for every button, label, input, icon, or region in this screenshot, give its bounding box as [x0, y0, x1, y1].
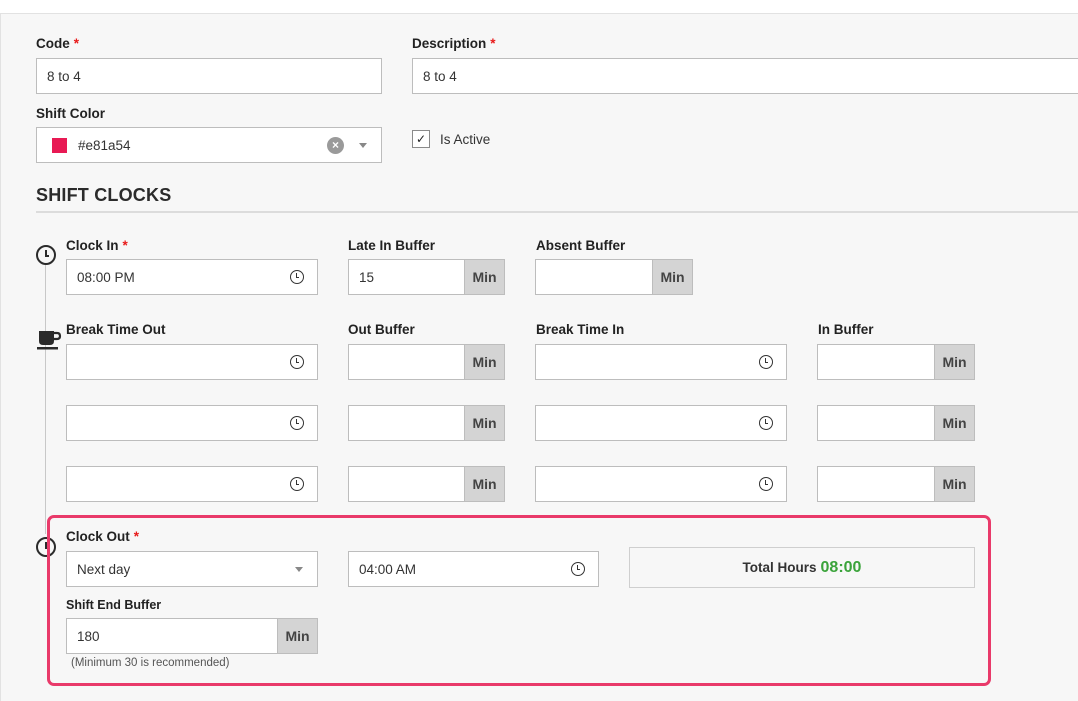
clock-icon[interactable] — [290, 270, 304, 284]
min-addon: Min — [934, 467, 974, 501]
absent-buffer-input[interactable]: Min — [535, 259, 693, 295]
in-buffer-input[interactable]: Min — [817, 466, 975, 502]
shift-color-select[interactable]: #e81a54 × — [36, 127, 382, 163]
min-addon: Min — [934, 406, 974, 440]
out-buffer-input[interactable]: Min — [348, 344, 505, 380]
coffee-cup-icon — [37, 331, 62, 350]
clock-in-input[interactable]: 08:00 PM — [66, 259, 318, 295]
min-addon: Min — [652, 260, 692, 294]
in-buffer-label: In Buffer — [818, 322, 874, 337]
shift-color-label: Shift Color — [36, 106, 105, 121]
clock-icon[interactable] — [759, 416, 773, 430]
in-buffer-input[interactable]: Min — [817, 344, 975, 380]
break-time-in-label: Break Time In — [536, 322, 625, 337]
clear-icon[interactable]: × — [327, 136, 344, 154]
min-addon: Min — [464, 260, 504, 294]
code-label: Code * — [36, 36, 80, 51]
clock-out-day-select[interactable]: Next day — [66, 551, 318, 587]
total-hours-value: 08:00 — [820, 558, 862, 576]
total-hours-label: Total Hours — [742, 560, 817, 575]
break-time-out-input[interactable] — [66, 405, 318, 441]
check-icon: ✓ — [415, 132, 427, 146]
clock-icon[interactable] — [290, 355, 304, 369]
color-swatch — [52, 137, 67, 153]
out-buffer-input[interactable]: Min — [348, 405, 505, 441]
min-addon: Min — [934, 345, 974, 379]
is-active-label: Is Active — [440, 132, 491, 147]
section-title: SHIFT CLOCKS — [36, 185, 172, 205]
clock-icon[interactable] — [290, 477, 304, 491]
clock-out-time-input[interactable]: 04:00 AM — [348, 551, 599, 587]
description-label: Description * — [412, 36, 496, 51]
absent-buffer-label: Absent Buffer — [536, 238, 626, 253]
min-addon: Min — [277, 619, 317, 653]
timeline-line — [45, 264, 46, 534]
description-input[interactable]: 8 to 4 — [412, 58, 1078, 94]
break-time-in-input[interactable] — [535, 466, 787, 502]
clock-icon[interactable] — [290, 416, 304, 430]
code-input[interactable]: 8 to 4 — [36, 58, 382, 94]
shift-color-value: #e81a54 — [78, 137, 131, 153]
shift-end-buffer-label: Shift End Buffer — [66, 598, 162, 612]
clock-out-label: Clock Out * — [66, 529, 140, 544]
break-time-out-input[interactable] — [66, 344, 318, 380]
late-in-buffer-label: Late In Buffer — [348, 238, 436, 253]
out-buffer-input[interactable]: Min — [348, 466, 505, 502]
chevron-down-icon[interactable] — [359, 142, 367, 148]
clock-in-label: Clock In * — [66, 238, 128, 253]
clock-in-icon — [36, 245, 56, 265]
clock-icon[interactable] — [759, 477, 773, 491]
clock-icon[interactable] — [759, 355, 773, 369]
break-time-in-input[interactable] — [535, 344, 787, 380]
shift-end-buffer-input[interactable]: 180 Min — [66, 618, 318, 654]
break-time-out-label: Break Time Out — [66, 322, 166, 337]
out-buffer-label: Out Buffer — [348, 322, 415, 337]
section-divider — [36, 211, 1078, 213]
break-time-out-input[interactable] — [66, 466, 318, 502]
total-hours-box: Total Hours 08:00 — [629, 547, 975, 588]
clock-icon[interactable] — [571, 562, 585, 576]
chevron-down-icon[interactable] — [295, 566, 303, 572]
in-buffer-input[interactable]: Min — [817, 405, 975, 441]
break-time-in-input[interactable] — [535, 405, 787, 441]
min-addon: Min — [464, 345, 504, 379]
min-addon: Min — [464, 467, 504, 501]
min-addon: Min — [464, 406, 504, 440]
shift-end-buffer-hint: (Minimum 30 is recommended) — [71, 657, 230, 669]
late-in-buffer-input[interactable]: 15 Min — [348, 259, 505, 295]
is-active-checkbox[interactable]: ✓ — [412, 130, 430, 148]
